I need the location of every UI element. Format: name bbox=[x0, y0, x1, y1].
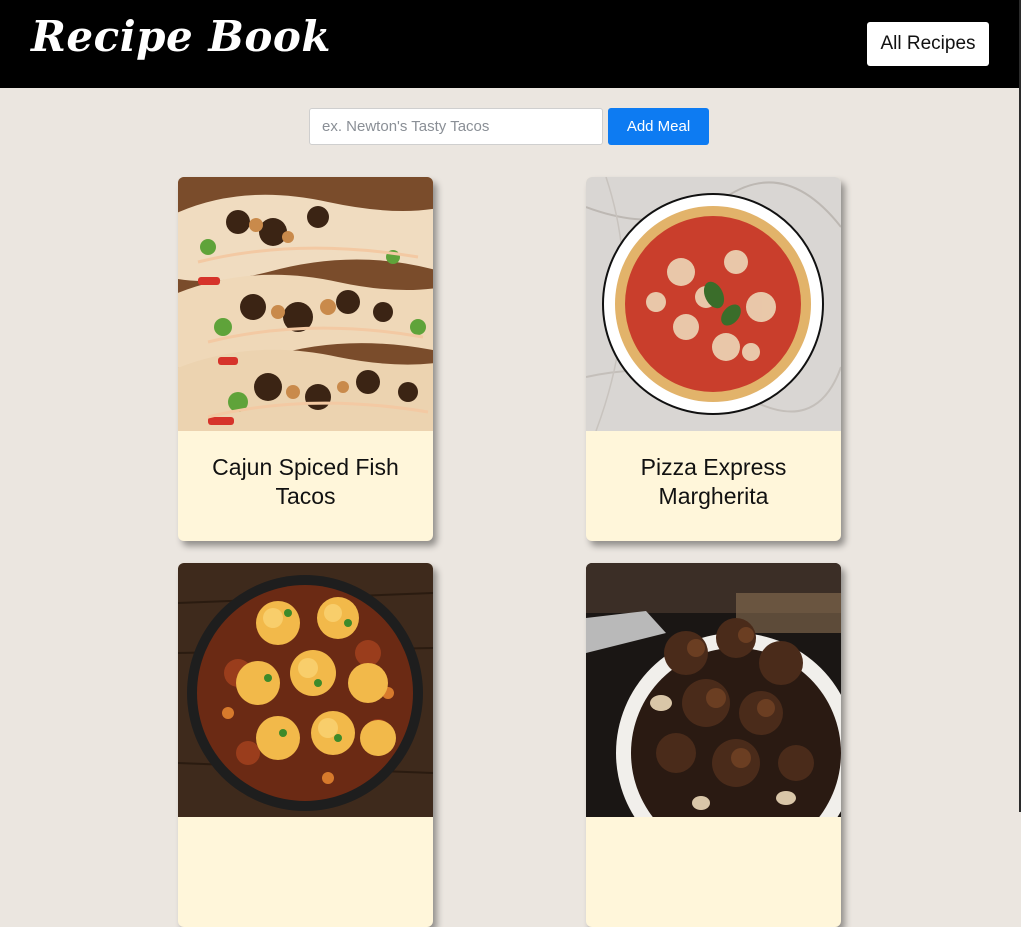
recipe-card[interactable] bbox=[178, 563, 433, 927]
beef-stew-bowl-photo bbox=[586, 563, 841, 817]
meal-name-input[interactable] bbox=[309, 108, 603, 145]
recipe-title bbox=[178, 817, 433, 927]
recipe-title bbox=[586, 817, 841, 927]
add-meal-button[interactable]: Add Meal bbox=[608, 108, 709, 145]
all-recipes-button[interactable]: All Recipes bbox=[867, 22, 989, 66]
top-navbar: Recipe Book All Recipes bbox=[0, 0, 1019, 88]
fish-tacos-photo bbox=[178, 177, 433, 431]
recipe-title: Pizza Express Margherita bbox=[640, 454, 787, 509]
brand-title[interactable]: Recipe Book bbox=[31, 12, 331, 61]
recipe-card[interactable]: Cajun Spiced Fish Tacos bbox=[178, 177, 433, 541]
recipe-title: Cajun Spiced Fish Tacos bbox=[212, 454, 399, 509]
recipe-card[interactable] bbox=[586, 563, 841, 927]
stew-with-dumplings-photo bbox=[178, 563, 433, 817]
recipe-card[interactable]: Pizza Express Margherita bbox=[586, 177, 841, 541]
margherita-pizza-photo bbox=[586, 177, 841, 431]
